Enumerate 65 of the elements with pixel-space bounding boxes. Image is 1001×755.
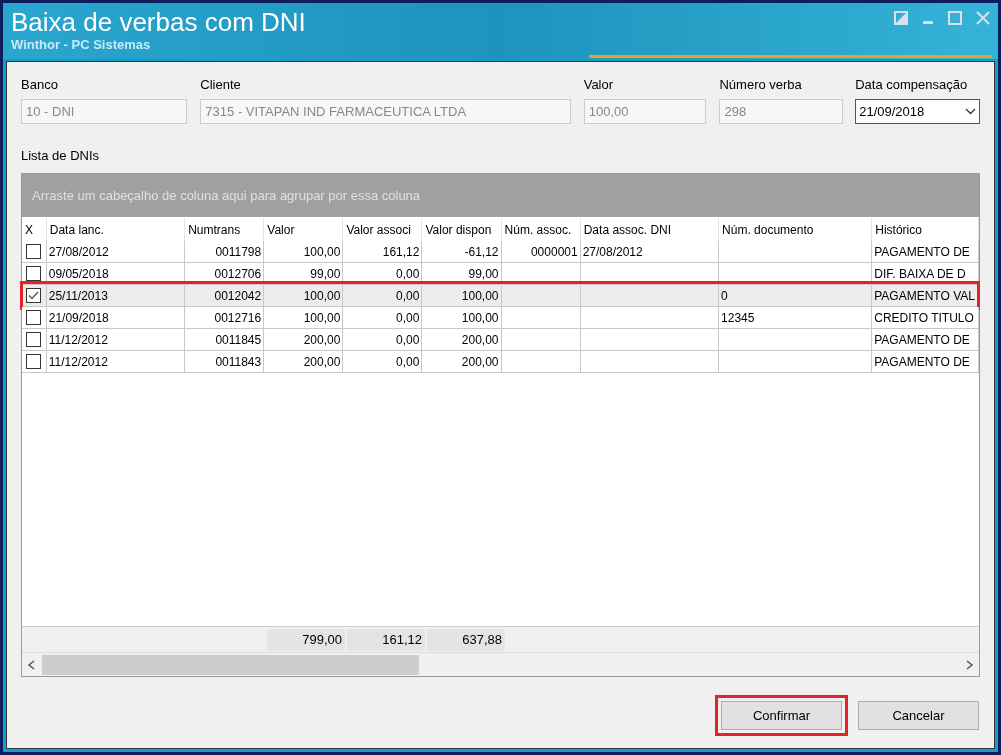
table-cell: 200,00 — [422, 351, 502, 372]
table-cell: 100,00 — [264, 285, 344, 306]
table-cell: 0011845 — [185, 329, 265, 350]
table-cell: 161,12 — [343, 241, 423, 262]
field-label: Número verba — [719, 76, 803, 94]
table-cell: -61,12 — [422, 241, 502, 262]
list-label: Lista de DNIs — [21, 147, 101, 165]
table-cell: 11/12/2012 — [46, 329, 186, 350]
table-cell: 0 — [719, 285, 873, 306]
table-cell: 0012716 — [185, 307, 265, 328]
window-subtitle: Winthor - PC Sistemas — [11, 37, 151, 52]
table-cell: 0,00 — [343, 329, 423, 350]
group-panel: Arraste um cabeçalho de coluna aqui para agrupar por essa coluna — [22, 174, 979, 217]
table-cell: 12345 — [719, 307, 873, 328]
total-cell: 637,88 — [427, 628, 505, 651]
table-cell: 100,00 — [422, 285, 502, 306]
total-cell: 161,12 — [347, 628, 425, 651]
table-cell: 99,00 — [264, 263, 344, 284]
table-cell: 0,00 — [343, 263, 423, 284]
table-cell: 200,00 — [264, 351, 344, 372]
field-label: Data compensação — [855, 76, 969, 94]
table-cell: 21/09/2018 — [46, 307, 186, 328]
table-cell: CREDITO TITULO — [872, 307, 979, 328]
scrollbar-thumb[interactable] — [42, 654, 419, 675]
table-cell: 0012706 — [185, 263, 265, 284]
horizontal-scrollbar[interactable] — [22, 652, 979, 676]
table-cell: 27/08/2012 — [46, 241, 186, 262]
row-checkbox[interactable] — [26, 354, 42, 369]
table-cell: 0,00 — [343, 307, 423, 328]
row-checkbox[interactable] — [26, 266, 42, 281]
table-cell: PAGAMENTO DE — [872, 329, 979, 350]
table-cell: 0011798 — [185, 241, 265, 262]
table-cell: 0,00 — [343, 285, 423, 306]
table-cell: PAGAMENTO DE — [872, 241, 979, 262]
window-title: Baixa de verbas com DNI — [11, 7, 306, 37]
table-cell: 100,00 — [422, 307, 502, 328]
table-cell: 0000001 — [501, 241, 581, 262]
table-cell: 100,00 — [264, 241, 344, 262]
table-cell: 0012042 — [185, 285, 265, 306]
row-checkbox[interactable] — [26, 332, 42, 347]
table-cell: PAGAMENTO VAL — [872, 285, 979, 306]
dialog-button[interactable]: Cancelar — [858, 701, 979, 730]
table-cell: 09/05/2018 — [46, 263, 186, 284]
table-cell: DIF. BAIXA DE D — [872, 263, 979, 284]
field-label: Banco — [21, 76, 59, 94]
field-label: Valor — [583, 76, 615, 94]
table-cell: 200,00 — [264, 329, 344, 350]
field-label: Cliente — [200, 76, 242, 94]
table-cell: 100,00 — [264, 307, 344, 328]
table-cell: 200,00 — [422, 329, 502, 350]
table-cell: 0011843 — [185, 351, 265, 372]
row-checkbox[interactable] — [26, 310, 42, 325]
table-cell: 27/08/2012 — [580, 241, 720, 262]
table-cell: 25/11/2013 — [46, 285, 186, 306]
table-cell: 99,00 — [422, 263, 502, 284]
table-cell: 0,00 — [343, 351, 423, 372]
row-checkbox[interactable] — [26, 244, 42, 259]
date-dropdown[interactable]: 21/09/2018 — [855, 99, 980, 124]
table-cell: PAGAMENTO DE — [872, 351, 979, 372]
total-cell: 799,00 — [267, 628, 345, 651]
table-cell: 11/12/2012 — [46, 351, 186, 372]
row-checkbox[interactable] — [26, 288, 42, 303]
check-icon — [28, 291, 40, 300]
dialog-button[interactable]: Confirmar — [721, 701, 842, 730]
chevron-down-icon — [965, 108, 976, 115]
